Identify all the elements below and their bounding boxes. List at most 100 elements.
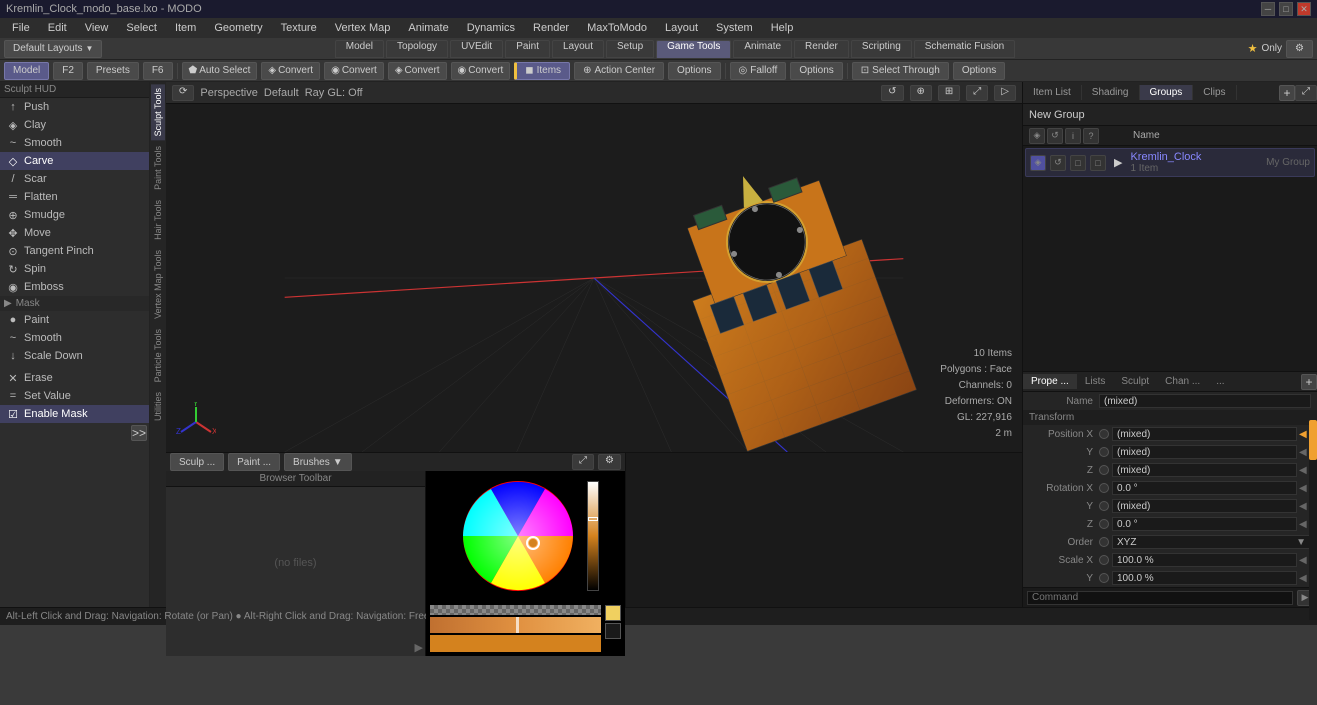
options-btn-1[interactable]: Options [668, 62, 720, 80]
settings-bottom-btn[interactable]: ⚙ [598, 454, 621, 470]
vtab-hair-tools[interactable]: Hair Tools [151, 196, 165, 244]
name-prop-value[interactable]: (mixed) [1099, 394, 1311, 408]
zoom-btn[interactable]: ⊕ [910, 85, 932, 101]
viewport-nav-btn[interactable]: ⟳ [172, 85, 194, 101]
menu-file[interactable]: File [4, 20, 38, 36]
command-input[interactable] [1027, 591, 1293, 605]
mode-presets[interactable]: Presets [87, 62, 139, 80]
convert-btn-1[interactable]: ◈ Convert [261, 62, 320, 80]
menu-dynamics[interactable]: Dynamics [459, 20, 523, 36]
group-toggle-1[interactable]: ↺ [1050, 155, 1066, 171]
options-btn-2[interactable]: Options [790, 62, 842, 80]
group-toggle-2[interactable]: □ [1070, 155, 1086, 171]
new-group-button[interactable]: New Group [1023, 104, 1317, 126]
mode-model[interactable]: Model [4, 62, 49, 80]
vtab-paint-tools[interactable]: Paint Tools [151, 142, 165, 194]
tool-carve[interactable]: ◇ Carve [0, 152, 149, 170]
menu-select[interactable]: Select [118, 20, 165, 36]
group-icon-4[interactable]: ? [1083, 128, 1099, 144]
expand-bottom-btn[interactable]: ⤢ [572, 454, 594, 470]
tool-spin[interactable]: ↻ Spin [0, 260, 149, 278]
menu-system[interactable]: System [708, 20, 761, 36]
tool-flatten[interactable]: ═ Flatten [0, 188, 149, 206]
reset-view-btn[interactable]: ↺ [881, 85, 903, 101]
group-item[interactable]: ◈ ↺ □ □ ▶ Kremlin_Clock 1 Item My Group [1025, 148, 1315, 177]
menu-view[interactable]: View [77, 20, 117, 36]
mode-f6[interactable]: F6 [143, 62, 173, 80]
swatch-black[interactable] [605, 623, 621, 639]
tab-game-tools[interactable]: Game Tools [656, 40, 731, 58]
vtab-sculpt-tools[interactable]: Sculpt Tools [151, 84, 165, 140]
menu-item[interactable]: Item [167, 20, 204, 36]
right-scrollbar[interactable] [1309, 420, 1317, 620]
tool-smooth[interactable]: ~ Smooth [0, 134, 149, 152]
falloff-btn[interactable]: ◎ Falloff [730, 62, 787, 80]
menu-vertex-map[interactable]: Vertex Map [327, 20, 399, 36]
position-z-value[interactable]: (mixed) [1112, 463, 1297, 477]
fit-btn[interactable]: ⊞ [938, 85, 960, 101]
ptab-chan[interactable]: Chan ... [1157, 374, 1208, 389]
ptab-properties[interactable]: Prope ... [1023, 374, 1077, 389]
group-icon-1[interactable]: ◈ [1029, 128, 1045, 144]
brushes-tab-btn[interactable]: Brushes ▼ [284, 453, 352, 471]
position-x-value[interactable]: (mixed) [1112, 427, 1297, 441]
menu-layout[interactable]: Layout [657, 20, 706, 36]
convert-btn-3[interactable]: ◈ Convert [388, 62, 447, 80]
browser-expand[interactable]: ▶ [413, 639, 425, 656]
rotation-z-value[interactable]: 0.0 ° [1112, 517, 1297, 531]
rotation-y-value[interactable]: (mixed) [1112, 499, 1297, 513]
vtab-particle[interactable]: Particle Tools [151, 325, 165, 386]
convert-btn-2[interactable]: ◉ Convert [324, 62, 384, 80]
ptab-more[interactable]: ... [1208, 374, 1232, 389]
tab-paint[interactable]: Paint [505, 40, 550, 58]
default-layouts-dropdown[interactable]: Default Layouts ▼ [4, 40, 102, 58]
scale-x-value[interactable]: 100.0 % [1112, 553, 1297, 567]
options-btn-3[interactable]: Options [953, 62, 1005, 80]
color-swatch[interactable] [430, 635, 601, 652]
menu-edit[interactable]: Edit [40, 20, 75, 36]
hue-strip[interactable] [430, 617, 601, 634]
tool-emboss[interactable]: ◉ Emboss [0, 278, 149, 296]
tool-mask-paint[interactable]: ● Paint [0, 311, 149, 329]
tool-erase[interactable]: ✕ Erase [0, 369, 149, 387]
vtab-utilities[interactable]: Utilities [151, 388, 165, 425]
vtab-vertex-map[interactable]: Vertex Map Tools [151, 246, 165, 323]
group-toggle-3[interactable]: □ [1090, 155, 1106, 171]
convert-btn-4[interactable]: ◉ Convert [451, 62, 511, 80]
ptab-sculpt[interactable]: Sculpt [1113, 374, 1157, 389]
tab-setup[interactable]: Setup [606, 40, 654, 58]
tool-clay[interactable]: ◈ Clay [0, 116, 149, 134]
menu-render[interactable]: Render [525, 20, 577, 36]
tab-uvedit[interactable]: UVEdit [450, 40, 503, 58]
menu-maxtomodo[interactable]: MaxToModo [579, 20, 655, 36]
tool-set-value[interactable]: = Set Value [0, 387, 149, 405]
tab-model[interactable]: Model [335, 40, 384, 58]
rotation-x-value[interactable]: 0.0 ° [1112, 481, 1297, 495]
menu-texture[interactable]: Texture [273, 20, 325, 36]
ptab-lists[interactable]: Lists [1077, 374, 1114, 389]
minimize-button[interactable]: ─ [1261, 2, 1275, 16]
tab-scripting[interactable]: Scripting [851, 40, 912, 58]
rtab-groups[interactable]: Groups [1140, 85, 1194, 100]
rtab-item-list[interactable]: Item List [1023, 85, 1082, 100]
titlebar-controls[interactable]: ─ □ ✕ [1261, 2, 1311, 16]
maximize-right-btn[interactable]: ⤢ [1295, 85, 1317, 101]
add-prop-tab-btn[interactable]: + [1301, 374, 1317, 390]
mode-f2[interactable]: F2 [53, 62, 83, 80]
auto-select-btn[interactable]: ⬟ Auto Select [182, 62, 258, 80]
tab-topology[interactable]: Topology [386, 40, 448, 58]
expand-button[interactable]: >> [131, 425, 147, 441]
add-tab-btn[interactable]: + [1279, 85, 1295, 101]
tool-scar[interactable]: / Scar [0, 170, 149, 188]
tab-schematic[interactable]: Schematic Fusion [914, 40, 1015, 58]
position-y-value[interactable]: (mixed) [1112, 445, 1297, 459]
tab-layout[interactable]: Layout [552, 40, 604, 58]
group-icon-3[interactable]: i [1065, 128, 1081, 144]
group-icon-2[interactable]: ↺ [1047, 128, 1063, 144]
color-wheel-container[interactable] [426, 471, 625, 601]
tool-tangent-pinch[interactable]: ⊙ Tangent Pinch [0, 242, 149, 260]
sculpt-tab-btn[interactable]: Sculp ... [170, 453, 224, 471]
swatch-yellow[interactable] [605, 605, 621, 621]
lightness-bar[interactable] [587, 481, 599, 591]
viewport-canvas[interactable]: 10 Items Polygons : Face Channels: 0 Def… [166, 104, 1022, 452]
